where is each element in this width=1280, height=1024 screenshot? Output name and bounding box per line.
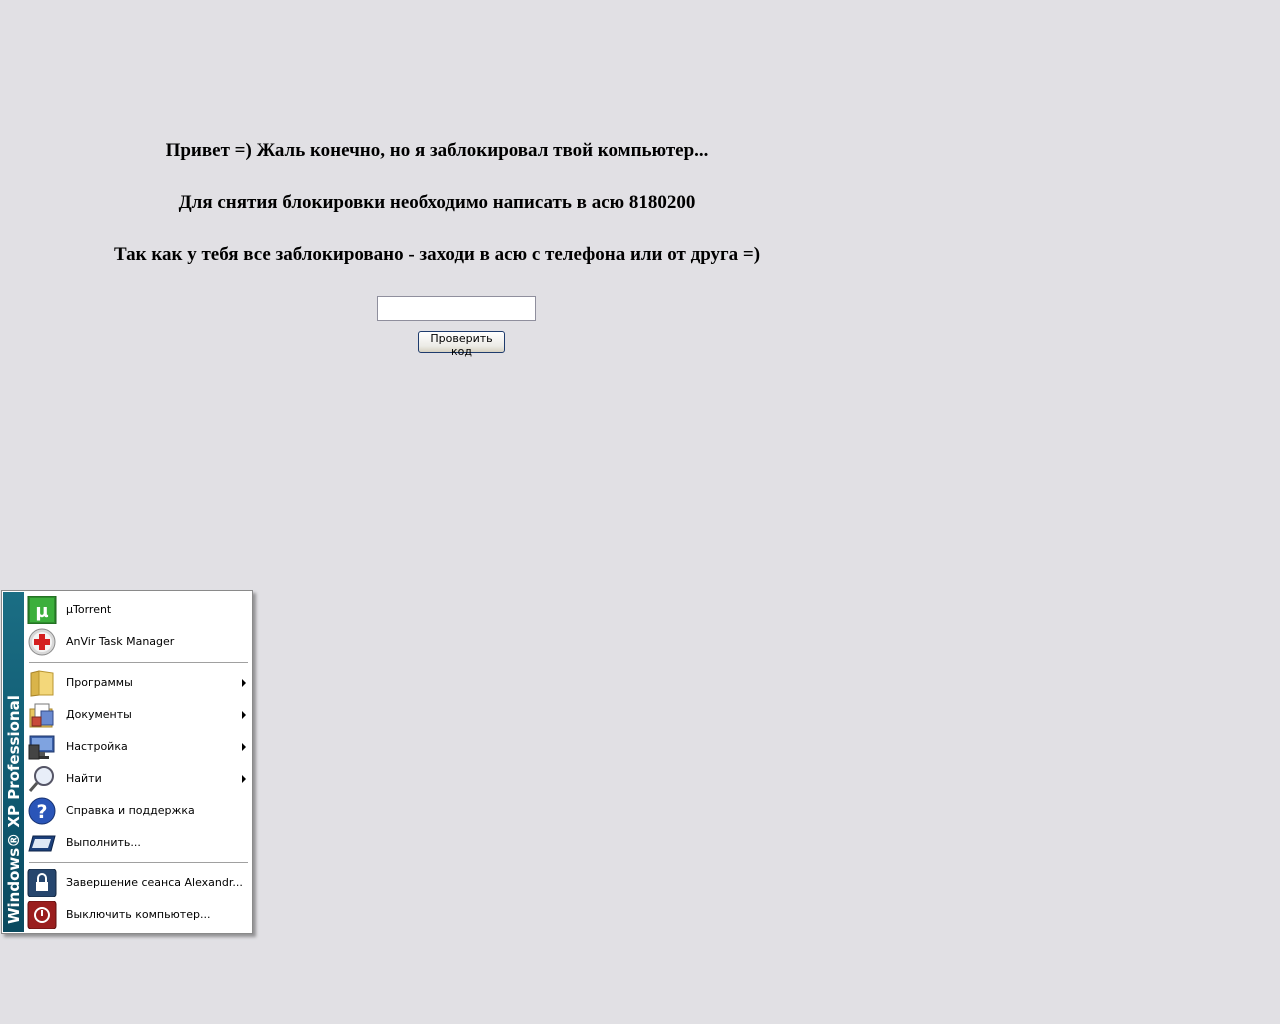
utorrent-icon: µ (27, 595, 57, 625)
menu-item-anvir-task-manager[interactable]: AnVir Task Manager (25, 626, 251, 658)
menu-item-utorrent[interactable]: µ µTorrent (25, 594, 251, 626)
shutdown-icon (27, 900, 57, 930)
windows-xp-band-label: Windows® XP Professional (5, 695, 23, 924)
logoff-icon (27, 868, 57, 898)
submenu-arrow-icon (242, 711, 246, 719)
menu-item-settings[interactable]: Настройка (25, 731, 251, 763)
locked-screen: Привет =) Жаль конечно, но я заблокирова… (0, 0, 1280, 1024)
anvir-icon (27, 628, 57, 656)
menu-item-label: Программы (66, 676, 133, 689)
check-code-button[interactable]: Проверить код (418, 331, 505, 358)
menu-item-documents[interactable]: Документы (25, 699, 251, 731)
menu-item-label: Выполнить... (66, 836, 141, 849)
start-menu-side-band: Windows® XP Professional (3, 592, 24, 932)
svg-text:µ: µ (35, 601, 48, 622)
svg-text:?: ? (36, 801, 47, 823)
menu-item-search[interactable]: Найти (25, 763, 251, 795)
menu-item-shut-down[interactable]: Выключить компьютер... (25, 899, 251, 931)
ransom-message-line-1: Привет =) Жаль конечно, но я заблокирова… (165, 140, 709, 161)
menu-item-label: AnVir Task Manager (66, 635, 175, 648)
menu-item-label: Выключить компьютер... (66, 908, 211, 921)
menu-item-run[interactable]: Выполнить... (25, 827, 251, 859)
ransom-message-line-2: Для снятия блокировки необходимо написат… (178, 192, 696, 213)
start-menu: Windows® XP Professional µ µTorrent AnVi… (1, 590, 253, 934)
menu-item-label: Справка и поддержка (66, 804, 195, 817)
unlock-code-input[interactable] (377, 296, 536, 321)
folder-icon (27, 669, 57, 697)
help-icon: ? (27, 797, 57, 825)
menu-item-help-support[interactable]: ? Справка и поддержка (25, 795, 251, 827)
menu-item-programs[interactable]: Программы (25, 667, 251, 699)
menu-separator (29, 862, 248, 864)
run-icon (27, 829, 57, 857)
ransom-message-line-3: Так как у тебя все заблокировано - заход… (113, 244, 761, 265)
menu-item-label: µTorrent (66, 603, 112, 616)
submenu-arrow-icon (242, 743, 246, 751)
search-icon (27, 765, 57, 793)
submenu-arrow-icon (242, 679, 246, 687)
menu-item-label: Найти (66, 772, 102, 785)
settings-icon (27, 733, 57, 761)
menu-item-label: Документы (66, 708, 132, 721)
menu-item-label: Настройка (66, 740, 128, 753)
menu-separator (29, 662, 248, 664)
documents-icon (27, 701, 57, 729)
menu-item-label: Завершение сеанса Alexandr... (66, 876, 243, 889)
submenu-arrow-icon (242, 775, 246, 783)
menu-item-log-off[interactable]: Завершение сеанса Alexandr... (25, 867, 251, 899)
